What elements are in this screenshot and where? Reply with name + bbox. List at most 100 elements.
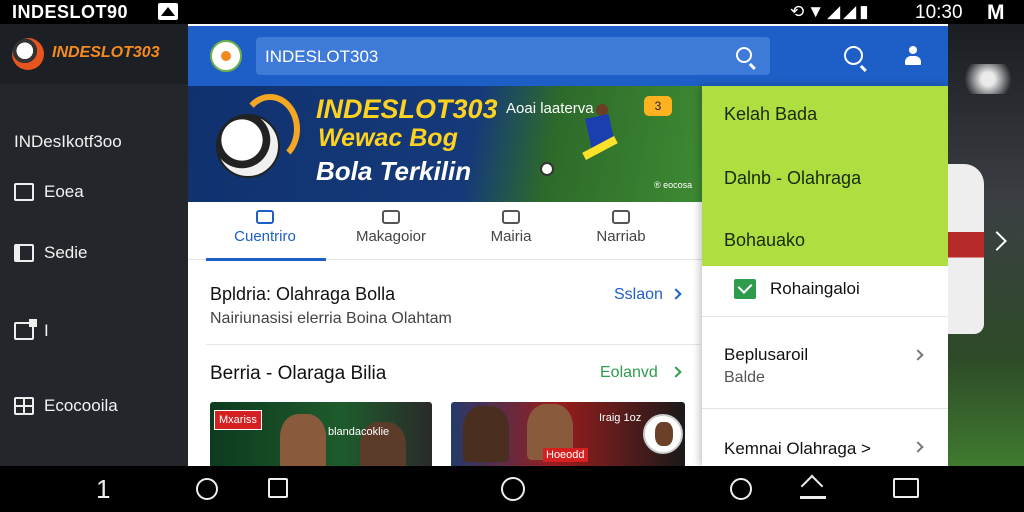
- section-title: Berria - Olaraga Bilia: [210, 363, 387, 384]
- battery-icon: ▮: [859, 2, 872, 21]
- banner-line3: Bola Terkilin: [316, 156, 472, 186]
- menu-row[interactable]: Beplusaroil Balde: [702, 316, 948, 408]
- menu-row-title: Kemnai Olahraga >: [724, 439, 871, 458]
- card-badge: Mxariss: [214, 410, 262, 430]
- image-icon: [158, 3, 178, 20]
- system-nav-bar: 1: [0, 466, 1024, 512]
- banner-footer: ® eocosa: [654, 180, 693, 190]
- search-input[interactable]: INDESLOT303: [265, 47, 378, 67]
- football-icon: [540, 162, 554, 176]
- drawer-item-sedie[interactable]: Sedie: [14, 240, 87, 266]
- player-avatar: [643, 414, 683, 454]
- signal-icon: ◢◢: [827, 2, 860, 21]
- inbox-icon: [14, 183, 34, 201]
- news-card[interactable]: Mxariss blandacoklie: [210, 402, 432, 466]
- gamepad-icon: [502, 210, 520, 224]
- tab-label: Narriab: [596, 228, 646, 245]
- chevron-right-icon: [912, 441, 924, 453]
- tab-bar: Cuentriro Makagoior Mairia Narriab: [188, 202, 702, 260]
- sports-menu: Kelah Bada Dalnb - Olahraga Bohauako Roh…: [702, 86, 948, 466]
- sync-icon: ⟲: [790, 2, 808, 21]
- banner-badge: 3: [644, 96, 672, 116]
- section-title: Bpldria: Olahraga Bolla: [210, 284, 396, 304]
- main-panel: INDESLOT303 INDESLOT303 Aoai laaterva 3 …: [188, 24, 948, 466]
- banner-title: INDESLOT303: [316, 94, 498, 124]
- home-button[interactable]: [196, 478, 218, 500]
- back-button[interactable]: 1: [96, 474, 110, 505]
- search-icon[interactable]: [844, 46, 863, 65]
- drawer-item-ecocooila[interactable]: Ecocooila: [14, 393, 118, 419]
- menu-subitem[interactable]: Rohaingaloi: [734, 274, 860, 304]
- divider: [206, 344, 700, 345]
- drawer-item-label: Ecocooila: [44, 396, 118, 415]
- app-header: INDESLOT303: [188, 26, 948, 86]
- football-icon: [216, 114, 280, 178]
- app-logo-icon[interactable]: [210, 40, 242, 72]
- drawer-item-i[interactable]: I: [14, 318, 49, 344]
- screen: INDESLOT90 ⟲▼◢◢▮ 10:30 M INDESLOT303 IND…: [0, 0, 1024, 512]
- check-icon: [734, 279, 756, 299]
- background-photo: [948, 24, 1024, 466]
- stadium-light: [958, 64, 1018, 94]
- home-button[interactable]: [730, 478, 752, 500]
- recents-button[interactable]: [268, 478, 288, 498]
- player-image: [568, 104, 628, 184]
- menu-row-subtitle: Balde: [724, 369, 765, 386]
- chevron-right-icon[interactable]: [670, 366, 682, 378]
- banner-line2: Wewac Bog: [318, 124, 458, 152]
- tab-cuentriro[interactable]: Cuentriro: [210, 208, 320, 256]
- status-app-name: INDESLOT90: [12, 2, 129, 22]
- tab-narriab[interactable]: Narriab: [566, 208, 676, 256]
- chevron-right-icon[interactable]: [670, 288, 682, 300]
- section-subtitle: Nairiunasisi elerria Boina Olahtam: [210, 310, 452, 327]
- drawer-item-label: I: [44, 321, 49, 340]
- player-silhouette: [948, 164, 984, 334]
- card-caption: Hoeodd: [543, 448, 588, 462]
- section-link[interactable]: Sslaon: [614, 286, 663, 304]
- status-time: 10:30: [915, 2, 963, 23]
- tab-label: Makagoior: [355, 228, 427, 245]
- drawer-item-label: Sedie: [44, 243, 88, 262]
- search-field[interactable]: INDESLOT303: [256, 37, 770, 75]
- promo-banner[interactable]: INDESLOT303 Aoai laaterva 3 Wewac Bog Bo…: [188, 86, 702, 202]
- nav-drawer: INDESLOT303 INDesIkotf3oo Eoea Sedie I E…: [0, 24, 188, 466]
- menu-item[interactable]: Kelah Bada: [724, 104, 817, 125]
- message-icon: [612, 210, 630, 224]
- brand-name: INDESLOT303: [52, 44, 160, 61]
- window-icon[interactable]: [893, 478, 919, 498]
- search-icon[interactable]: [736, 47, 752, 63]
- chat-icon: [382, 210, 400, 224]
- menu-item[interactable]: Bohauako: [724, 230, 805, 251]
- news-card[interactable]: Iraig 1oz Hoeodd: [451, 402, 685, 466]
- section-link[interactable]: Eolanvd: [600, 364, 658, 382]
- status-bar: INDESLOT90 ⟲▼◢◢▮ 10:30 M: [0, 0, 1024, 24]
- status-logo: M: [987, 1, 1005, 24]
- menu-item[interactable]: Dalnb - Olahraga: [724, 168, 861, 189]
- player-photo: [280, 414, 326, 466]
- grid-icon: [14, 397, 34, 415]
- drawer-subtitle: INDesIkotf3oo: [14, 132, 122, 151]
- menu-subitem-label: Rohaingaloi: [770, 279, 860, 298]
- user-icon[interactable]: [904, 46, 922, 66]
- share-icon[interactable]: [800, 478, 826, 499]
- book-icon: [14, 244, 34, 262]
- wifi-icon: ▼: [807, 2, 828, 21]
- drawer-item-eoea[interactable]: Eoea: [14, 179, 84, 205]
- status-icons: ⟲▼◢◢▮: [790, 2, 872, 22]
- card-caption: Iraig 1oz: [599, 412, 642, 424]
- tab-makagoior[interactable]: Makagoior: [336, 208, 446, 256]
- home-icon: [256, 210, 274, 224]
- drawer-header: INDESLOT303: [0, 24, 188, 84]
- menu-row-title: Beplusaroil: [724, 345, 809, 364]
- tab-label: Cuentriro: [234, 228, 296, 245]
- tab-mairia[interactable]: Mairia: [456, 208, 566, 256]
- brand-logo-icon: [12, 38, 44, 70]
- active-tab-indicator: [206, 258, 326, 261]
- drawer-item-label: Eoea: [44, 182, 84, 201]
- tab-label: Mairia: [490, 228, 532, 245]
- player-photo: [463, 406, 509, 462]
- card-caption: blandacoklie: [328, 426, 390, 438]
- chevron-right-icon: [912, 349, 924, 361]
- home-button[interactable]: [501, 477, 525, 501]
- menu-row[interactable]: Kemnai Olahraga >: [702, 408, 948, 466]
